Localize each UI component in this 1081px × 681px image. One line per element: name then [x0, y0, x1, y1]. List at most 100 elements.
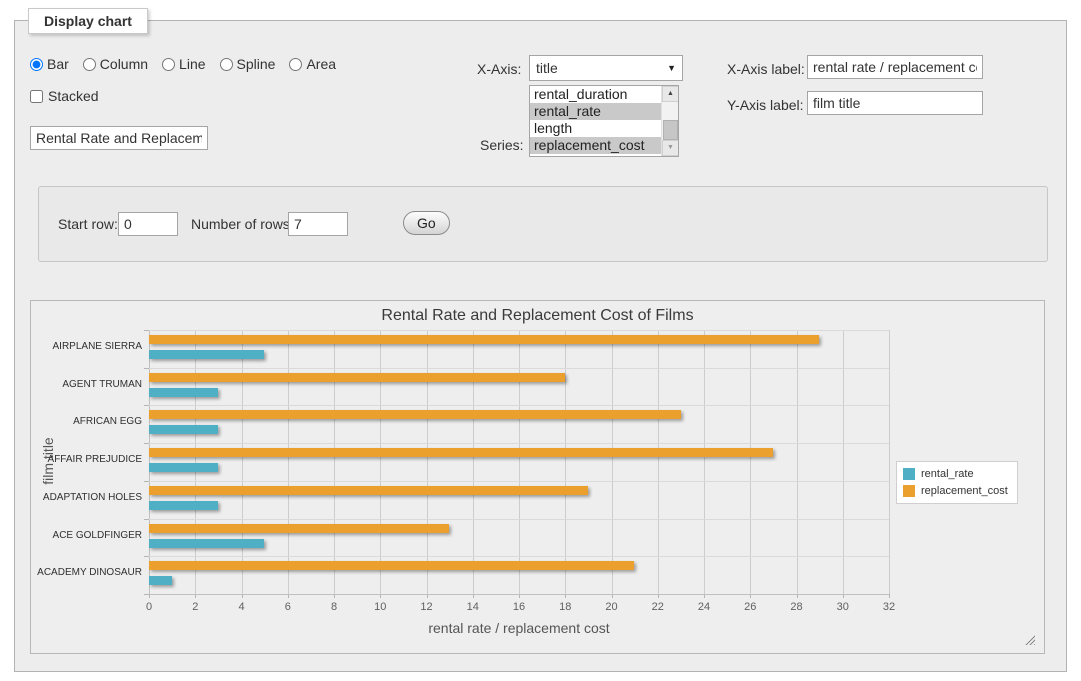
- scrollbar-thumb[interactable]: [663, 120, 678, 140]
- gridline-x-4: [242, 330, 243, 594]
- legend-swatch-icon: [903, 468, 915, 480]
- rows-panel: Start row: Number of rows: Go: [38, 186, 1048, 262]
- gridline-x-28: [797, 330, 798, 594]
- x-tick-label: 4: [227, 601, 257, 613]
- radio-bar-label: Bar: [47, 56, 69, 72]
- y-tick-mark: [144, 330, 149, 331]
- x-tick-label: 26: [735, 601, 765, 613]
- radio-area[interactable]: [289, 58, 302, 71]
- series-option-replacement-cost[interactable]: replacement_cost: [530, 137, 661, 154]
- radio-bar[interactable]: [30, 58, 43, 71]
- series-listbox-label: Series:: [480, 137, 524, 153]
- fieldset-legend: Display chart: [28, 8, 148, 34]
- y-tick-mark: [144, 405, 149, 406]
- x-tick-label: 20: [597, 601, 627, 613]
- listbox-scrollbar[interactable]: ▲ ▼: [661, 86, 678, 156]
- bar-rental_rate: [149, 388, 218, 397]
- x-tick-label: 28: [782, 601, 812, 613]
- x-tick-label: 30: [828, 601, 858, 613]
- x-tick-label: 12: [412, 601, 442, 613]
- x-tick-label: 6: [273, 601, 303, 613]
- chart-legend: rental_rate replacement_cost: [896, 461, 1018, 504]
- gridline-x-6: [288, 330, 289, 594]
- legend-item-rental_rate[interactable]: rental_rate: [903, 468, 1008, 480]
- category-label: ACE GOLDFINGER: [30, 530, 142, 542]
- bar-rental_rate: [149, 501, 218, 510]
- legend-item-replacement_cost[interactable]: replacement_cost: [903, 485, 1008, 497]
- series-option-rental-rate[interactable]: rental_rate: [530, 103, 661, 120]
- category-label: AFRICAN EGG: [30, 416, 142, 428]
- gridline-x-22: [658, 330, 659, 594]
- x-axis-label-input[interactable]: [807, 55, 983, 79]
- gridline-y: [149, 519, 889, 520]
- gridline-x-26: [750, 330, 751, 594]
- y-tick-mark: [144, 443, 149, 444]
- radio-area-label: Area: [306, 56, 336, 72]
- gridline-x-12: [427, 330, 428, 594]
- x-tick-label: 22: [643, 601, 673, 613]
- series-option-rental-duration[interactable]: rental_duration: [530, 86, 661, 103]
- gridline-x-18: [565, 330, 566, 594]
- category-label: ACADEMY DINOSAUR: [30, 567, 142, 579]
- radio-column-label: Column: [100, 56, 148, 72]
- x-axis-label-label: X-Axis label:: [727, 61, 805, 77]
- x-axis-line: [149, 594, 889, 595]
- legend-label: rental_rate: [921, 468, 974, 480]
- scrollbar-down-icon[interactable]: ▼: [662, 140, 679, 156]
- y-axis-label-label: Y-Axis label:: [727, 97, 804, 113]
- radio-line-label: Line: [179, 56, 205, 72]
- bar-replacement_cost: [149, 448, 773, 457]
- x-tick-label: 0: [134, 601, 164, 613]
- radio-spline-label: Spline: [237, 56, 276, 72]
- chart-title: Rental Rate and Replacement Cost of Film…: [31, 307, 1044, 325]
- gridline-y: [149, 481, 889, 482]
- x-tick-label: 24: [689, 601, 719, 613]
- gridline-x-8: [334, 330, 335, 594]
- num-rows-label: Number of rows:: [191, 216, 294, 232]
- chart-title-input[interactable]: [30, 126, 208, 150]
- gridline-y: [149, 443, 889, 444]
- start-row-input[interactable]: [118, 212, 178, 236]
- start-row-label: Start row:: [58, 216, 118, 232]
- category-label: AFFAIR PREJUDICE: [30, 454, 142, 466]
- gridline-x-24: [704, 330, 705, 594]
- x-axis-title: rental rate / replacement cost: [149, 620, 889, 636]
- series-options: rental_duration rental_rate length repla…: [530, 86, 661, 156]
- stacked-checkbox[interactable]: [30, 90, 43, 103]
- gridline-y: [149, 330, 889, 331]
- gridline-y: [149, 556, 889, 557]
- gridline-x-30: [843, 330, 844, 594]
- resize-handle-icon[interactable]: [1024, 634, 1035, 645]
- x-tick-label: 8: [319, 601, 349, 613]
- bar-replacement_cost: [149, 335, 819, 344]
- gridline-x-10: [380, 330, 381, 594]
- scrollbar-up-icon[interactable]: ▲: [662, 86, 679, 102]
- radio-spline[interactable]: [220, 58, 233, 71]
- bar-replacement_cost: [149, 524, 449, 533]
- go-button[interactable]: Go: [403, 211, 450, 235]
- x-tick-label: 2: [180, 601, 210, 613]
- gridline-x-16: [519, 330, 520, 594]
- y-axis-label-input[interactable]: [807, 91, 983, 115]
- gridline-x-20: [612, 330, 613, 594]
- radio-column[interactable]: [83, 58, 96, 71]
- x-tick-label: 14: [458, 601, 488, 613]
- gridline-x-0: [149, 330, 150, 594]
- gridline-x-14: [473, 330, 474, 594]
- y-tick-mark: [144, 556, 149, 557]
- x-tick-label: 32: [874, 601, 904, 613]
- page: Display chart Bar Column Line Spline Are…: [0, 0, 1081, 681]
- radio-line[interactable]: [162, 58, 175, 71]
- y-tick-mark: [144, 481, 149, 482]
- gridline-y: [149, 405, 889, 406]
- category-label: ADAPTATION HOLES: [30, 492, 142, 504]
- legend-label: replacement_cost: [921, 485, 1008, 497]
- num-rows-input[interactable]: [288, 212, 348, 236]
- x-axis-select[interactable]: title ▼: [529, 55, 683, 81]
- y-tick-mark: [144, 519, 149, 520]
- stacked-label: Stacked: [48, 88, 99, 104]
- gridline-x-2: [195, 330, 196, 594]
- gridline-x-32: [889, 330, 890, 594]
- series-option-length[interactable]: length: [530, 120, 661, 137]
- bar-rental_rate: [149, 576, 172, 585]
